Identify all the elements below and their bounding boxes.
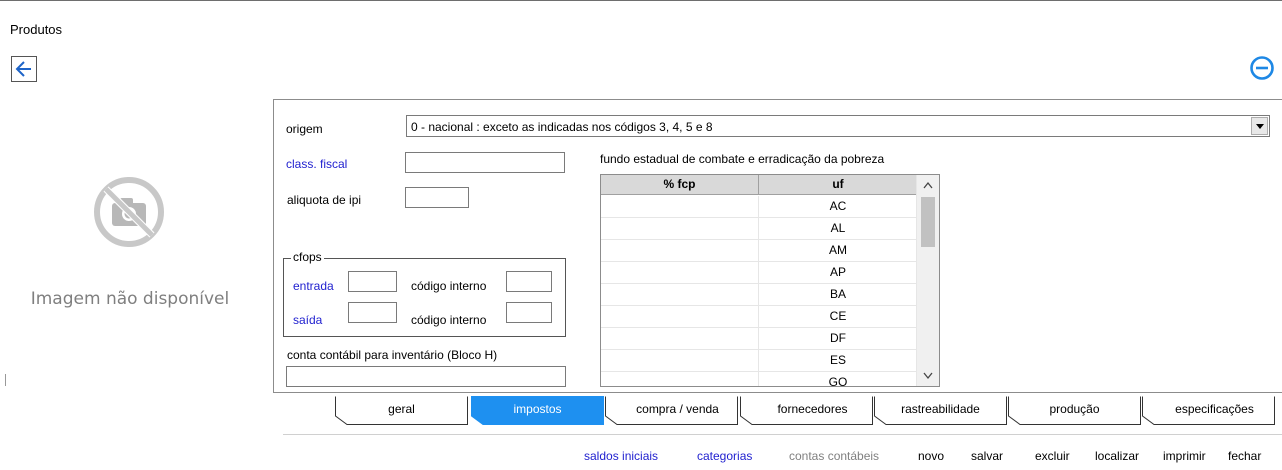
- conta-contabil-input[interactable]: [286, 366, 566, 387]
- fcp-cell[interactable]: [601, 350, 759, 371]
- tab-label: produção: [1049, 402, 1100, 416]
- chevron-up-icon: [923, 181, 933, 189]
- cfops-legend: cfops: [291, 250, 324, 264]
- saida-codigo-interno-label: código interno: [411, 313, 487, 327]
- uf-cell: AP: [829, 265, 846, 279]
- entrada-link[interactable]: entrada: [293, 279, 334, 293]
- uf-cell: AL: [830, 221, 846, 235]
- minus-circle-icon: [1250, 56, 1274, 80]
- footer-separator: [283, 434, 1282, 435]
- image-unavailable-text: Imagem não disponível: [30, 289, 230, 309]
- class-fiscal-input[interactable]: [405, 152, 565, 173]
- scroll-down-button[interactable]: [917, 366, 939, 386]
- saida-cfop-input[interactable]: [348, 302, 397, 323]
- saldos-iniciais-link[interactable]: saldos iniciais: [584, 449, 658, 463]
- novo-button[interactable]: novo: [918, 449, 944, 463]
- fcp-cell[interactable]: [601, 196, 759, 217]
- tab-rastreabilidade[interactable]: rastreabilidade: [874, 396, 1007, 426]
- saida-codigo-interno-input[interactable]: [506, 302, 552, 323]
- categorias-link[interactable]: categorias: [697, 449, 752, 463]
- uf-cell: CE: [829, 309, 847, 323]
- saida-link[interactable]: saída: [293, 313, 322, 327]
- dropdown-button[interactable]: [1251, 117, 1268, 135]
- fcp-cell[interactable]: [601, 262, 759, 283]
- tab-geral[interactable]: geral: [335, 396, 468, 426]
- fcp-cell[interactable]: [601, 306, 759, 327]
- fcp-title: fundo estadual de combate e erradicação …: [600, 152, 885, 166]
- tab-label: fornecedores: [777, 402, 848, 416]
- fechar-button[interactable]: fechar: [1228, 449, 1261, 463]
- tab-impostos[interactable]: impostos: [471, 396, 604, 426]
- tab-label: geral: [388, 402, 415, 416]
- column-header-fcp[interactable]: % fcp: [601, 175, 759, 195]
- uf-cell: DF: [830, 331, 846, 345]
- table-row[interactable]: ES: [601, 350, 917, 372]
- tab-producao[interactable]: produção: [1008, 396, 1141, 426]
- chevron-down-icon: [923, 372, 933, 380]
- contas-contabeis-link[interactable]: contas contábeis: [789, 449, 879, 463]
- chevron-down-icon: [1256, 124, 1264, 129]
- tab-label: rastreabilidade: [901, 402, 980, 416]
- tab-compra-venda[interactable]: compra / venda: [605, 396, 738, 426]
- scroll-up-button[interactable]: [917, 175, 939, 195]
- column-header-uf[interactable]: uf: [759, 175, 917, 195]
- tab-label: impostos: [513, 402, 562, 416]
- tab-fornecedores[interactable]: fornecedores: [740, 396, 873, 426]
- uf-cell: BA: [829, 287, 846, 301]
- origem-selected-value: 0 - nacional : exceto as indicadas nos c…: [411, 120, 713, 134]
- salvar-button[interactable]: salvar: [971, 449, 1003, 463]
- table-row[interactable]: AL: [601, 218, 917, 240]
- imprimir-button[interactable]: imprimir: [1163, 449, 1206, 463]
- window-title: Produtos: [10, 22, 63, 37]
- tab-label: especificações: [1175, 402, 1254, 416]
- table-row[interactable]: CE: [601, 306, 917, 328]
- table-row[interactable]: BA: [601, 284, 917, 306]
- window-edge-mark: [5, 374, 6, 386]
- fcp-cell[interactable]: [601, 372, 759, 386]
- localizar-button[interactable]: localizar: [1095, 449, 1139, 463]
- tab-label: compra / venda: [636, 402, 719, 416]
- fcp-cell[interactable]: [601, 240, 759, 261]
- entrada-codigo-interno-input[interactable]: [506, 271, 552, 292]
- conta-contabil-label: conta contábil para inventário (Bloco H): [287, 348, 498, 362]
- table-row[interactable]: AC: [601, 196, 917, 218]
- fcp-grid[interactable]: % fcp uf AC AL AM AP BA CE DF ES GO: [600, 174, 940, 387]
- uf-cell: AC: [829, 199, 847, 213]
- fcp-cell[interactable]: [601, 328, 759, 349]
- entrada-codigo-interno-label: código interno: [411, 279, 487, 293]
- table-row[interactable]: AM: [601, 240, 917, 262]
- arrow-left-icon: [15, 61, 31, 77]
- class-fiscal-link[interactable]: class. fiscal: [286, 157, 347, 171]
- no-photo-icon: [92, 175, 166, 252]
- scroll-thumb[interactable]: [921, 197, 935, 247]
- fcp-cell[interactable]: [601, 218, 759, 239]
- table-row[interactable]: GO: [601, 372, 917, 387]
- uf-cell: AM: [829, 243, 847, 257]
- origem-label: origem: [286, 122, 323, 136]
- grid-scrollbar[interactable]: [916, 175, 939, 386]
- aliquota-ipi-input[interactable]: [405, 187, 469, 208]
- tab-especificacoes[interactable]: especificações: [1142, 396, 1275, 426]
- excluir-button[interactable]: excluir: [1035, 449, 1070, 463]
- entrada-cfop-input[interactable]: [348, 271, 397, 292]
- aliquota-ipi-label: aliquota de ipi: [287, 193, 362, 207]
- collapse-button[interactable]: [1248, 54, 1276, 82]
- fcp-cell[interactable]: [601, 284, 759, 305]
- window-top-border: [0, 0, 1282, 1]
- table-row[interactable]: AP: [601, 262, 917, 284]
- back-button[interactable]: [11, 56, 37, 82]
- uf-cell: ES: [829, 353, 846, 367]
- table-row[interactable]: DF: [601, 328, 917, 350]
- uf-cell: GO: [828, 375, 848, 387]
- origem-select[interactable]: 0 - nacional : exceto as indicadas nos c…: [406, 115, 1270, 137]
